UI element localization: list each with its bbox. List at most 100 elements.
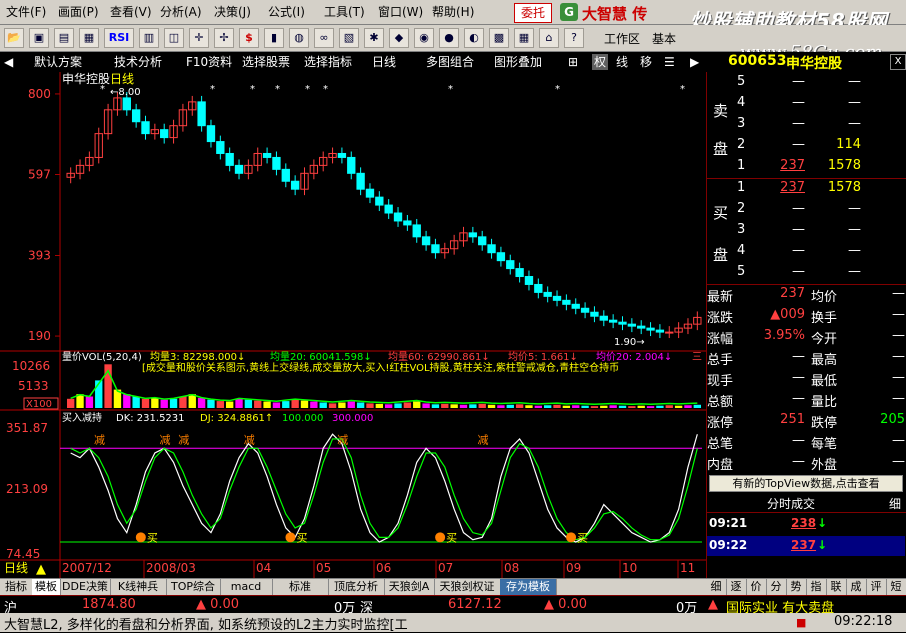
buy-level-row[interactable]: 1 237 1578 — [707, 180, 906, 201]
chart-icon[interactable]: ▤ — [54, 28, 74, 48]
bottom-tab-0[interactable]: 指标 — [0, 579, 33, 595]
buy-level-row[interactable]: 5 — — — [707, 264, 906, 285]
menu-item-0[interactable]: 文件(F) — [6, 4, 46, 20]
buy-level-row[interactable]: 2 — — — [707, 201, 906, 222]
binoculars-icon[interactable]: ∞ — [314, 28, 334, 48]
right-tab-8[interactable]: 评 — [866, 579, 887, 595]
bottom-tab-6[interactable]: 标准 — [272, 579, 329, 595]
bars-icon[interactable]: ▮ — [264, 28, 284, 48]
right-tab-2[interactable]: 价 — [746, 579, 767, 595]
workspace-button[interactable]: 工作区 — [604, 30, 640, 47]
right-tab-0[interactable]: 细 — [706, 579, 727, 595]
nav-item-4[interactable]: 选择指标 — [304, 54, 352, 70]
bottom-tab-7[interactable]: 顶底分析 — [328, 579, 385, 595]
right-tab-1[interactable]: 逐 — [726, 579, 747, 595]
right-tab-3[interactable]: 分 — [766, 579, 787, 595]
basic-button[interactable]: 基本 — [652, 30, 676, 47]
x-date-label: 05 — [316, 561, 331, 575]
globe-icon[interactable]: ● — [439, 28, 459, 48]
bottom-tab-8[interactable]: 天狼剑A — [384, 579, 435, 595]
nav-next-icon[interactable]: ▶ — [690, 54, 699, 70]
rsi-icon[interactable]: RSI — [104, 28, 134, 48]
gauge-icon[interactable]: ◍ — [289, 28, 309, 48]
nav-item-3[interactable]: 选择股票 — [242, 54, 290, 70]
fenshi-detail-button[interactable]: 细 — [889, 495, 901, 512]
bottom-tab-4[interactable]: TOP综合 — [166, 579, 221, 595]
nav-item-7[interactable]: 图形叠加 — [494, 54, 542, 70]
diagram-icon[interactable]: ◫ — [164, 28, 184, 48]
x-date-label: 11 — [680, 561, 695, 575]
bottom-tab-10[interactable]: 存为模板 — [500, 579, 557, 595]
sell-level-row[interactable]: 2 — 114 — [707, 137, 906, 158]
nav-item-0[interactable]: 默认方案 — [34, 54, 82, 70]
chart-area[interactable]: 800 597 393 190 申华控股 日线 ←8.00 1.90→ * * * * * * * * * 量价V… — [0, 72, 706, 578]
nav-icon-button-4[interactable]: ☰ — [664, 54, 675, 70]
fenshi-row[interactable]: 09:22 237 ↓ — [707, 536, 905, 556]
calc-icon[interactable]: ▦ — [514, 28, 534, 48]
nav-item-2[interactable]: F10资料 — [186, 54, 232, 70]
bottom-tab-5[interactable]: macd — [220, 579, 273, 595]
cross-icon[interactable]: ✛ — [189, 28, 209, 48]
right-tab-5[interactable]: 指 — [806, 579, 827, 595]
sell-level-row[interactable]: 3 — — — [707, 116, 906, 137]
nav-item-5[interactable]: 日线 — [372, 54, 396, 70]
sell-level-row[interactable]: 5 — — — [707, 74, 906, 95]
menu-item-8[interactable]: 帮助(H) — [432, 4, 474, 20]
nav-prev-icon[interactable]: ◀ — [4, 54, 13, 70]
bottom-tab-1[interactable]: 模板 — [32, 579, 61, 595]
page-icon[interactable]: ▧ — [339, 28, 359, 48]
quote-key-2: 量比 — [811, 395, 838, 410]
pattern-icon[interactable]: ✢ — [214, 28, 234, 48]
topview-button[interactable]: 有新的TopView数据,点击查看 — [709, 475, 903, 492]
stock-chart-svg[interactable]: 800597393190申华控股 日线←8.001.90→* * * * * * * * *量价V… — [0, 72, 706, 578]
menu-item-6[interactable]: 工具(T) — [324, 4, 365, 20]
help-icon[interactable]: ? — [564, 28, 584, 48]
right-tab-9[interactable]: 短 — [886, 579, 906, 595]
sell-level-row[interactable]: 4 — — — [707, 95, 906, 116]
grid-icon[interactable]: ▦ — [79, 28, 99, 48]
nav-icon-button-1[interactable]: 权 — [592, 54, 609, 70]
nav-item-6[interactable]: 多图组合 — [426, 54, 474, 70]
quote-value: — — [792, 370, 805, 385]
right-tab-7[interactable]: 成 — [846, 579, 867, 595]
index-status-bar: 沪 1874.80 ▲ 0.00 0万 深 6127.12 ▲ 0.00 0万 … — [0, 595, 906, 616]
report-icon[interactable]: ▩ — [489, 28, 509, 48]
close-icon[interactable]: X — [890, 54, 906, 70]
volume-bar — [441, 403, 449, 408]
menu-item-5[interactable]: 公式(I) — [268, 4, 305, 20]
sell-level-row[interactable]: 1 237 1578 — [707, 158, 906, 179]
bottom-tab-2[interactable]: DDE决策 — [60, 579, 111, 595]
bell-icon[interactable]: ✱ — [364, 28, 384, 48]
menu-item-1[interactable]: 画面(P) — [58, 4, 99, 20]
nav-item-1[interactable]: 技术分析 — [114, 54, 162, 70]
table-icon[interactable]: ▥ — [139, 28, 159, 48]
candle-body — [478, 236, 487, 246]
buy-level-row[interactable]: 4 — — — [707, 243, 906, 264]
nav-icon-button-3[interactable]: 移 — [640, 54, 652, 70]
nav-icon-button-2[interactable]: 线 — [616, 54, 628, 70]
nav-icon-button-0[interactable]: ⊞ — [568, 54, 578, 70]
house-icon[interactable]: ⌂ — [539, 28, 559, 48]
bottom-tab-9[interactable]: 天狼剑权证 — [434, 579, 501, 595]
diamond-icon[interactable]: ◆ — [389, 28, 409, 48]
menu-item-7[interactable]: 窗口(W) — [378, 4, 423, 20]
menu-item-2[interactable]: 查看(V) — [110, 4, 152, 20]
sh-index-price: 1874.80 — [82, 597, 136, 612]
fenshi-row[interactable]: 09:21 238 ↓ — [707, 514, 905, 534]
quote-key: 总手 — [707, 353, 734, 368]
menu-item-4[interactable]: 决策(J) — [214, 4, 251, 20]
flag-icon[interactable]: ◉ — [414, 28, 434, 48]
buy-level-row[interactable]: 3 — — — [707, 222, 906, 243]
candle-body — [365, 188, 375, 198]
right-tab-6[interactable]: 联 — [826, 579, 847, 595]
bottom-tab-3[interactable]: K线神兵 — [110, 579, 167, 595]
sell-volume: 114 — [836, 137, 861, 152]
quote-key: 总额 — [707, 395, 734, 410]
trust-button[interactable]: 委托 — [514, 3, 552, 23]
money-icon[interactable]: $ — [239, 28, 259, 48]
save-icon[interactable]: ▣ — [29, 28, 49, 48]
open-icon[interactable]: 📂 — [4, 28, 24, 48]
menu-item-3[interactable]: 分析(A) — [160, 4, 202, 20]
ball-icon[interactable]: ◐ — [464, 28, 484, 48]
right-tab-4[interactable]: 势 — [786, 579, 807, 595]
